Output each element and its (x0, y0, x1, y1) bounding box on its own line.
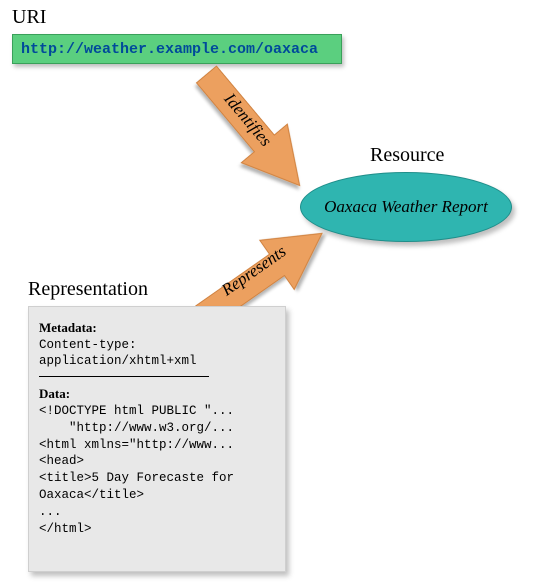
metadata-content: Content-type: application/xhtml+xml (39, 337, 275, 371)
representation-box: Metadata: Content-type: application/xhtm… (28, 306, 286, 572)
metadata-title: Metadata: (39, 319, 275, 337)
uri-box: http://weather.example.com/oaxaca (12, 34, 342, 64)
resource-heading: Resource (370, 144, 444, 167)
data-title: Data: (39, 385, 275, 403)
data-content: <!DOCTYPE html PUBLIC "... "http://www.w… (39, 403, 275, 538)
uri-heading: URI (12, 6, 46, 29)
representation-heading: Representation (28, 278, 148, 301)
resource-label: Oaxaca Weather Report (324, 197, 488, 217)
divider (39, 376, 209, 377)
